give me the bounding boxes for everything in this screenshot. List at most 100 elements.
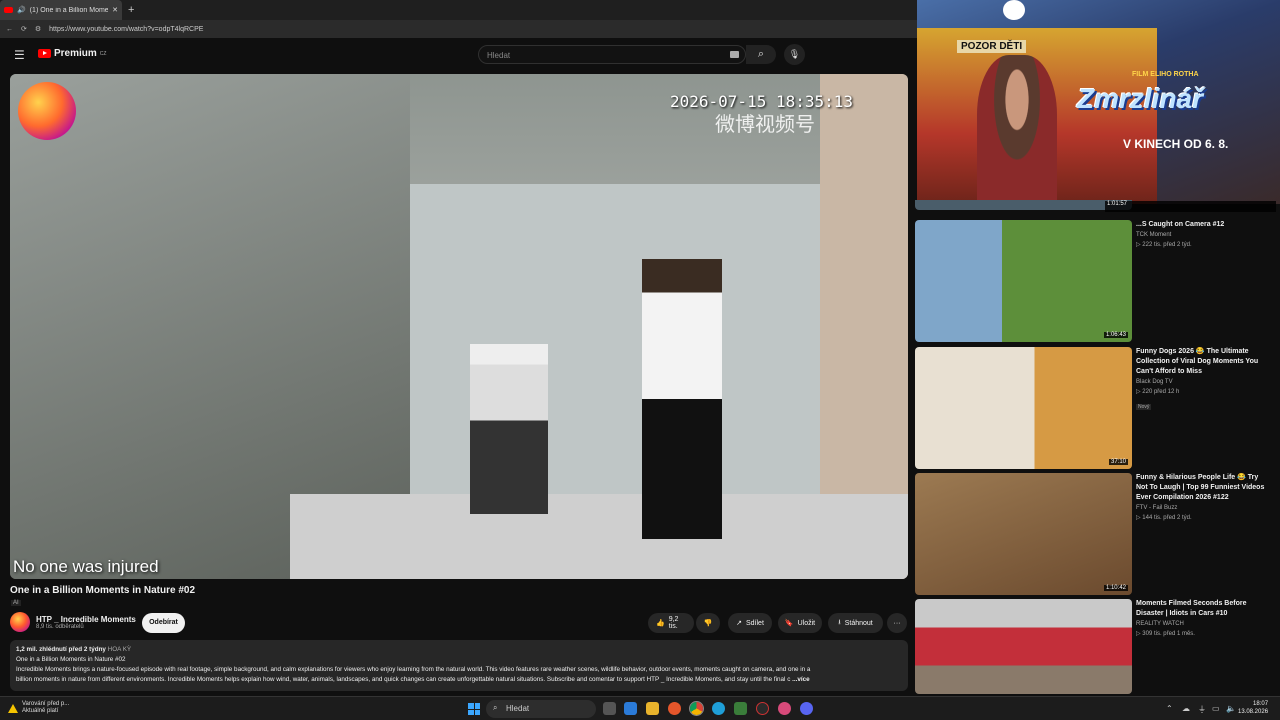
video-thumbnail[interactable]: 1:06:43 bbox=[915, 220, 1132, 342]
volume-icon[interactable]: 🔈 bbox=[1226, 704, 1236, 713]
video-title: One in a Billion Moments in Nature #02 bbox=[10, 585, 196, 596]
system-clock[interactable]: 18:07 13.08.2026 bbox=[1238, 700, 1268, 716]
logo-country: CZ bbox=[99, 50, 107, 57]
recommendation-item[interactable]: Moments Filmed Seconds Before Disaster |… bbox=[915, 599, 1280, 694]
video-meta: ▷ 144 tis. před 2 týd. bbox=[1136, 515, 1192, 521]
description-box[interactable]: 1,2 mil. zhlédnutí před 2 týdny HOA KỲ O… bbox=[10, 640, 908, 691]
ad-movie-title: Zmrzlinář bbox=[1077, 83, 1204, 114]
ad-character-image bbox=[977, 55, 1057, 204]
download-button[interactable]: ⭳ Stáhnout bbox=[828, 613, 883, 633]
save-label: Uložit bbox=[797, 619, 816, 627]
tab-title: (1) One in a Billion Moments bbox=[29, 6, 109, 14]
url-field[interactable]: https://www.youtube.com/watch?v=odpT4lqR… bbox=[49, 26, 203, 33]
windows-taskbar: Varování před p... Aktuálně platí ⌕ Hled… bbox=[0, 696, 1280, 720]
ad-banner[interactable]: POZOR DĚTI FILM ELIHO ROTHA Zmrzlinář V … bbox=[917, 0, 1280, 204]
browser-icon[interactable] bbox=[778, 702, 791, 715]
browser-tab[interactable]: 🔊 (1) One in a Billion Moments ✕ bbox=[0, 0, 122, 20]
tray-chevron-icon[interactable]: ⌃ bbox=[1166, 704, 1173, 713]
ad-film-by: FILM ELIHO ROTHA bbox=[1132, 71, 1199, 78]
back-icon[interactable]: ← bbox=[6, 26, 13, 33]
youtube-header: ☰ Premium CZ Hledat ⌕ 🎙 bbox=[0, 38, 917, 70]
reload-icon[interactable]: ⟳ bbox=[21, 25, 27, 33]
recommendation-item[interactable]: 1:10:42 Funny & Hilarious People Life 😂 … bbox=[915, 473, 1280, 597]
new-tab-button[interactable]: + bbox=[128, 4, 134, 16]
video-channel[interactable]: FTV - Fail Buzz bbox=[1136, 505, 1271, 511]
recommendation-item[interactable]: 1:06:43 ...S Caught on Camera #12 TCK Mo… bbox=[915, 220, 1280, 344]
taskbar-search[interactable]: ⌕ Hledat bbox=[486, 700, 596, 718]
like-button[interactable]: 👍 9,2 tis. bbox=[648, 613, 694, 633]
new-badge: Nový bbox=[1136, 404, 1152, 410]
video-thumbnail[interactable]: 37:10 bbox=[915, 347, 1132, 469]
video-thumbnail[interactable] bbox=[915, 599, 1132, 694]
video-title[interactable]: ...S Caught on Camera #12 bbox=[1136, 220, 1271, 230]
recommendation-item[interactable]: 37:10 Funny Dogs 2026 😂 The Ultimate Col… bbox=[915, 347, 1280, 471]
search-input[interactable]: Hledat bbox=[478, 45, 746, 64]
search-icon: ⌕ bbox=[757, 48, 765, 60]
video-player[interactable]: 2026-07-15 18:35:13 微博视频号 No one was inj… bbox=[10, 74, 908, 579]
subscribe-button[interactable]: Odebírat bbox=[142, 613, 185, 633]
video-title[interactable]: Funny Dogs 2026 😂 The Ultimate Collectio… bbox=[1136, 347, 1271, 377]
video-caption: No one was injured bbox=[13, 557, 159, 576]
audio-icon[interactable]: 🔊 bbox=[17, 6, 26, 14]
search-placeholder: Hledat bbox=[487, 51, 511, 60]
video-channel[interactable]: TCK Moment bbox=[1136, 232, 1271, 238]
recommendation-partial[interactable]: 1:01:57 bbox=[915, 200, 1280, 216]
cloud-icon[interactable]: ☁ bbox=[1182, 704, 1190, 713]
video-title[interactable]: Moments Filmed Seconds Before Disaster |… bbox=[1136, 599, 1271, 619]
network-icon[interactable]: ⏚ bbox=[1198, 704, 1206, 715]
store-icon[interactable] bbox=[734, 702, 747, 715]
video-thumbnail[interactable]: 1:10:42 bbox=[915, 473, 1132, 595]
search-button[interactable]: ⌕ bbox=[746, 45, 776, 64]
clock-date: 13.08.2026 bbox=[1238, 709, 1269, 715]
file-explorer-icon[interactable] bbox=[646, 702, 659, 715]
save-button[interactable]: 🔖 Uložit bbox=[778, 613, 822, 633]
browser-tab-bar: 🔊 (1) One in a Billion Moments ✕ + bbox=[0, 0, 917, 20]
video-meta: ▷ 222 tis. před 2 týd. bbox=[1136, 242, 1192, 248]
video-person-standing bbox=[642, 259, 722, 539]
search-icon: ⌕ bbox=[493, 703, 498, 712]
edge-icon[interactable] bbox=[712, 702, 725, 715]
site-info-icon[interactable]: ⚙ bbox=[35, 25, 41, 33]
mail-icon[interactable] bbox=[624, 702, 637, 715]
voice-search-button[interactable]: 🎙 bbox=[784, 44, 805, 65]
video-meta: ▷ 309 tis. před 1 měs. bbox=[1136, 631, 1195, 637]
display-icon[interactable]: ▭ bbox=[1212, 704, 1220, 713]
share-label: Sdílet bbox=[745, 619, 764, 627]
app-icon[interactable] bbox=[756, 702, 769, 715]
location-tag[interactable]: HOA KỲ bbox=[108, 646, 131, 653]
youtube-premium-logo[interactable]: Premium CZ bbox=[38, 48, 106, 59]
close-tab-icon[interactable]: ✕ bbox=[112, 6, 118, 14]
show-more-link[interactable]: ...více bbox=[792, 676, 810, 683]
logo-text: Premium bbox=[54, 48, 97, 59]
start-menu-icon[interactable] bbox=[468, 703, 480, 715]
dislike-button[interactable]: 👎 bbox=[696, 613, 720, 633]
description-line-1: One in a Billion Moments in Nature #02 bbox=[16, 656, 126, 663]
video-scene-floor bbox=[290, 494, 908, 579]
video-duration: 1:10:42 bbox=[1103, 585, 1128, 591]
ad-release-date: V KINECH OD 6. 8. bbox=[1123, 137, 1229, 151]
video-duration: 1:01:57 bbox=[1105, 201, 1276, 212]
clock-time: 18:07 bbox=[1253, 701, 1269, 707]
video-title[interactable]: Funny & Hilarious People Life 😂 Try Not … bbox=[1136, 473, 1271, 503]
share-button[interactable]: ↗ Sdílet bbox=[728, 613, 772, 633]
description-line-2: Incredible Moments brings a nature-focus… bbox=[16, 666, 811, 673]
hamburger-icon[interactable]: ☰ bbox=[14, 48, 25, 62]
discord-icon[interactable] bbox=[800, 702, 813, 715]
video-overlay-watermark: 微博视频号 bbox=[715, 114, 815, 136]
keyboard-icon[interactable] bbox=[730, 51, 739, 58]
ai-badge: AI bbox=[11, 600, 21, 606]
warning-icon bbox=[8, 703, 18, 713]
channel-info[interactable]: HTP _ Incredible Moments 8,9 tis. odběra… bbox=[10, 612, 136, 632]
video-channel[interactable]: REALITY WATCH bbox=[1136, 621, 1271, 627]
more-actions-button[interactable]: ··· bbox=[887, 613, 907, 633]
video-channel[interactable]: Black Dog TV bbox=[1136, 379, 1271, 385]
channel-name[interactable]: HTP _ Incredible Moments bbox=[36, 615, 136, 624]
weather-warning[interactable]: Varování před p... Aktuálně platí bbox=[8, 701, 69, 715]
channel-avatar[interactable] bbox=[10, 612, 30, 632]
ad-mascot-image bbox=[1003, 0, 1025, 20]
video-duration: 1:06:43 bbox=[1103, 332, 1128, 338]
chrome-icon[interactable] bbox=[689, 701, 704, 716]
firefox-icon[interactable] bbox=[668, 702, 681, 715]
task-view-icon[interactable] bbox=[603, 702, 616, 715]
youtube-play-icon bbox=[38, 49, 51, 58]
